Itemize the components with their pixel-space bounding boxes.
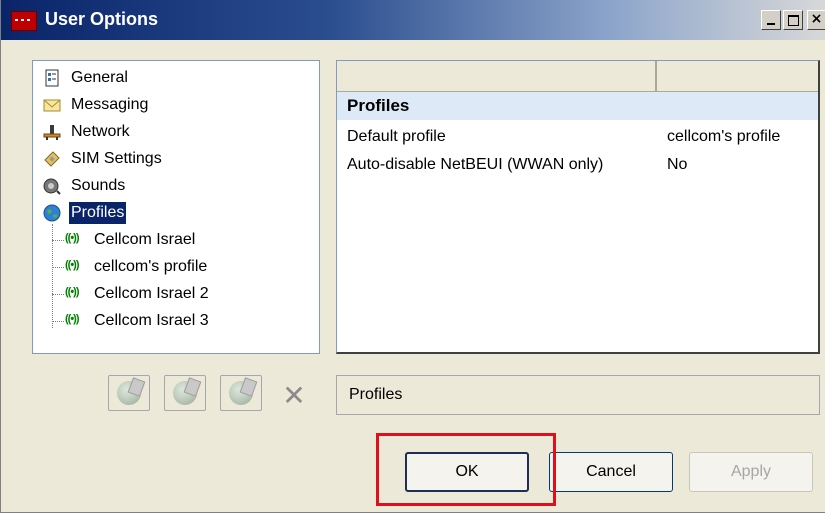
edit-profile-button[interactable] — [220, 375, 262, 411]
antenna-icon: ((•)) — [65, 259, 79, 271]
property-value[interactable]: cellcom's profile — [667, 123, 780, 151]
general-icon — [45, 69, 59, 87]
delete-icon: ✕ — [282, 379, 306, 412]
cancel-button[interactable]: Cancel — [549, 452, 673, 492]
antenna-icon: ((•)) — [65, 313, 79, 325]
globe-edit-icon — [229, 381, 253, 405]
antenna-icon: ((•)) — [65, 286, 79, 298]
tree-item-label: Cellcom Israel 2 — [94, 285, 209, 302]
tree-item-label: Cellcom Israel 3 — [94, 312, 209, 329]
grid-header — [337, 61, 818, 92]
minimize-button[interactable] — [761, 10, 781, 30]
globe-copy-icon — [173, 381, 197, 405]
envelope-icon — [43, 99, 61, 112]
tree-item-label: Cellcom Israel — [94, 231, 196, 248]
tree-item-label: cellcom's profile — [94, 258, 208, 275]
add-profile-button[interactable] — [108, 375, 150, 411]
app-icon — [11, 11, 37, 31]
tree-item-label: Sounds — [71, 177, 126, 194]
window-title: User Options — [45, 9, 159, 29]
property-name: Default profile — [347, 128, 446, 145]
user-options-window: User Options × General Messaging Network… — [0, 0, 825, 513]
speaker-icon — [43, 178, 61, 195]
grid-section-header: Profiles — [337, 92, 818, 120]
delete-profile-button[interactable]: ✕ — [273, 375, 315, 412]
copy-profile-button[interactable] — [164, 375, 206, 411]
globe-add-icon — [117, 381, 141, 405]
title-bar[interactable]: User Options × — [1, 0, 825, 40]
tree-item-label: Profiles — [69, 202, 127, 224]
close-button[interactable]: × — [807, 10, 825, 30]
highlight-box — [376, 433, 556, 506]
network-icon — [43, 125, 61, 140]
globe-icon — [43, 204, 61, 222]
maximize-button[interactable] — [783, 10, 803, 30]
tree-item-label: Messaging — [71, 96, 149, 113]
antenna-icon: ((•)) — [65, 232, 79, 244]
sim-card-icon — [44, 151, 60, 167]
property-grid[interactable]: Profiles Default profile cellcom's profi… — [336, 60, 820, 354]
options-tree[interactable]: General Messaging Network SIM Settings S… — [32, 60, 320, 354]
tree-item-label: SIM Settings — [71, 150, 162, 167]
description-panel: Profiles — [336, 375, 820, 415]
property-value[interactable]: No — [667, 151, 687, 179]
property-name: Auto-disable NetBEUI (WWAN only) — [347, 156, 604, 173]
tree-item-label: General — [71, 69, 128, 86]
apply-button[interactable]: Apply — [689, 452, 813, 492]
tree-item-label: Network — [71, 123, 130, 140]
